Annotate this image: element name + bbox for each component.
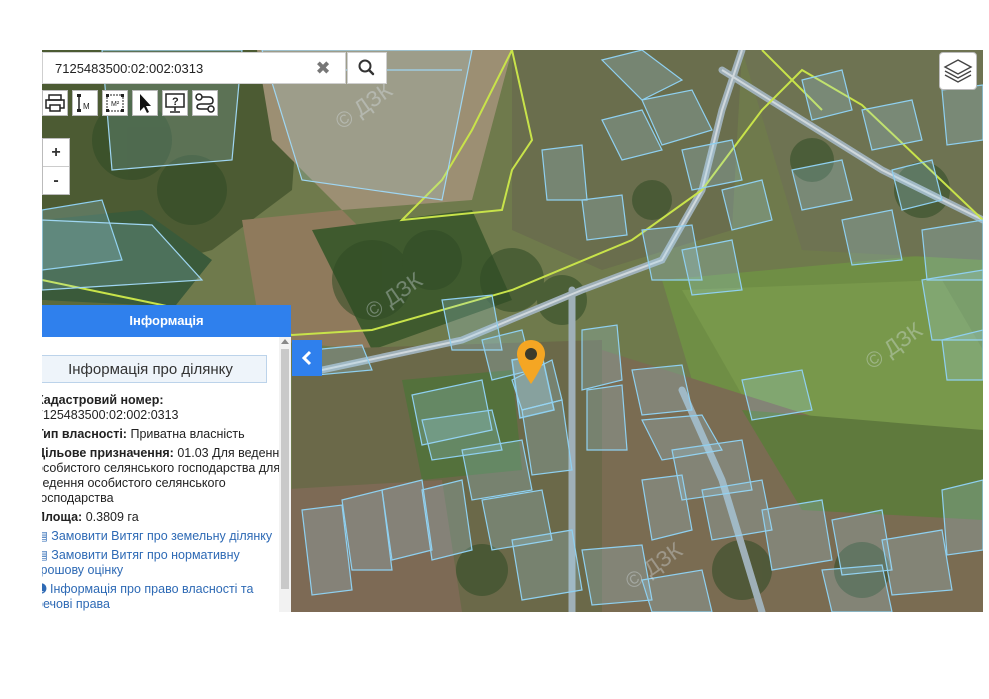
info-query-button[interactable]: ? [162, 90, 188, 116]
cadastral-number-label: Кадастровий номер: [42, 393, 164, 407]
svg-text:?: ? [172, 96, 179, 108]
search-button[interactable] [347, 52, 387, 84]
map-pin-icon [517, 340, 545, 384]
parcel-info-title: Інформація про ділянку [42, 355, 267, 383]
cadastral-search-bar: ✖ [42, 52, 387, 84]
route-button[interactable] [192, 90, 218, 116]
parcel-marker[interactable] [515, 338, 547, 391]
ownership-rights-link[interactable]: ➊ Інформація про право власності та речо… [42, 582, 279, 612]
search-icon [358, 59, 375, 76]
panel-scrollbar[interactable] [279, 337, 291, 612]
document-icon: ▤ [42, 548, 48, 562]
clear-search-icon[interactable]: ✖ [313, 57, 333, 79]
scroll-thumb[interactable] [281, 349, 289, 589]
print-button[interactable] [42, 90, 68, 116]
info-query-icon: ? [165, 93, 185, 113]
info-panel-body: Інформація про ділянку Кадастровий номер… [42, 337, 279, 612]
area: Площа: 0.3809 га [42, 510, 139, 524]
select-pointer-button[interactable] [132, 90, 158, 116]
measure-area-button[interactable]: M² [102, 90, 128, 116]
layers-icon [943, 59, 973, 83]
info-panel-header: Інформація [42, 305, 291, 337]
pointer-icon [140, 94, 151, 113]
map-toolbar: M M² ? [42, 90, 218, 118]
chevron-left-icon [301, 350, 312, 366]
order-valuation-extract-link[interactable]: ▤ Замовити Витяг про нормативну грошову … [42, 548, 279, 578]
measure-area-icon: M² [106, 94, 124, 112]
zoom-out-button[interactable]: - [43, 166, 69, 194]
measure-distance-button[interactable]: M [72, 90, 98, 116]
zoom-control: + - [42, 138, 70, 195]
layers-button[interactable] [939, 52, 977, 90]
svg-text:M: M [83, 102, 90, 111]
purpose: Цільове призначення: 01.03 Для ведення о… [42, 446, 279, 505]
document-icon: ▤ [42, 529, 48, 543]
info-panel: Інформація Інформація про ділянку Кадаст… [42, 305, 291, 612]
collapse-panel-button[interactable] [292, 340, 322, 376]
measure-line-icon: M [77, 94, 90, 112]
cadastral-search-input[interactable] [43, 53, 305, 83]
printer-icon [45, 94, 65, 112]
svg-text:M²: M² [111, 101, 120, 108]
cadastral-number-value: 7125483500:02:002:0313 [42, 408, 179, 422]
info-circle-icon: ➊ [42, 582, 46, 596]
ownership-type: Тип власності: Приватна власність [42, 427, 245, 441]
order-land-extract-link[interactable]: ▤ Замовити Витяг про земельну ділянку [42, 529, 279, 544]
zoom-in-button[interactable]: + [43, 139, 69, 166]
scroll-up-icon [281, 339, 289, 344]
route-icon [195, 93, 215, 113]
